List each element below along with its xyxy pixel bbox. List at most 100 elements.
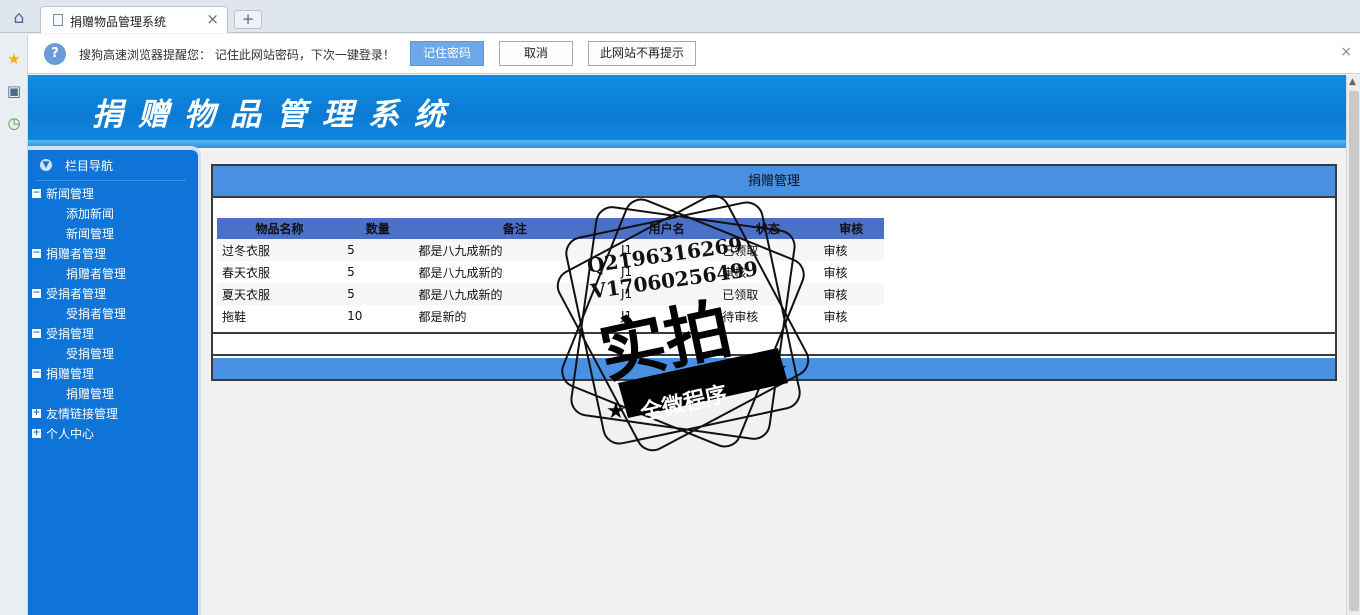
collapse-icon[interactable]: − [32,369,41,378]
nav-item-label: 受捐者管理 [46,287,107,301]
nav-divider [36,180,186,181]
site-title: 捐赠物品管理系统 [92,97,460,133]
panel-title: 捐赠管理 [213,166,1335,198]
nav-item-label: 受捐管理 [46,327,95,341]
expand-icon[interactable]: + [32,429,41,438]
nav-title: 栏目导航 [65,159,114,173]
table-cell: 审核 [717,261,819,283]
table-row: 过冬衣服 5 都是八九成新的 J1 已领取 审核 [217,239,884,261]
table-row: 春天衣服 5 都是八九成新的 J1 审核 审核 [217,261,884,283]
table-cell: J1 [615,283,718,305]
panel-footer [213,358,1335,379]
browser-tab-strip: ⌂ 捐赠物品管理系统 × + [0,0,1360,33]
nav-group-11[interactable]: + 友情链接管理 [28,404,198,424]
table-cell: J1 [615,239,718,261]
nav-link-6[interactable]: 受捐者管理 [28,304,198,324]
table-cell: 都是八九成新的 [413,261,616,283]
scrollbar-thumb[interactable] [1349,91,1359,611]
scroll-up-icon[interactable]: ▲ [1349,77,1356,87]
review-link[interactable]: 审核 [818,239,884,261]
nav-group-0[interactable]: − 新闻管理 [28,184,198,204]
banner-stripe [28,140,1346,148]
column-header[interactable]: 用户名 [615,218,718,239]
review-link[interactable]: 审核 [818,283,884,305]
nav-item-label: 捐赠者管理 [46,247,107,261]
table-cell: 待审核 [717,305,819,327]
table-row: 拖鞋 10 都是新的 J1 待审核 审核 [217,305,884,327]
nav-item-label: 友情链接管理 [46,407,119,421]
column-header[interactable]: 状态 [717,218,819,239]
notify-message: 搜狗高速浏览器提醒您： 记住此网站密码，下次一键登录！ [79,48,395,62]
table-cell: 都是新的 [413,305,616,327]
info-icon: ? [44,43,66,65]
nav-group-3[interactable]: − 捐赠者管理 [28,244,198,264]
review-link[interactable]: 审核 [818,261,884,283]
nav-group-9[interactable]: − 捐赠管理 [28,364,198,384]
table-body: 过冬衣服 5 都是八九成新的 J1 已领取 审核 春天衣服 5 都是八九成新的 J1 审核 审核 夏天衣… [217,239,884,327]
column-header[interactable]: 备注 [413,218,616,239]
table-cell: 10 [342,305,414,327]
panel-gap [213,334,1335,356]
table-cell: 夏天衣服 [217,283,343,305]
table-cell: J1 [615,305,718,327]
expand-icon[interactable]: + [32,409,41,418]
column-header[interactable]: 数量 [342,218,414,239]
vertical-scrollbar[interactable]: ▲ [1346,75,1360,615]
nav-item-label: 受捐者管理 [66,307,127,321]
column-header[interactable]: 审核 [818,218,884,239]
remember-password-button[interactable]: 记住密码 [410,41,484,66]
never-remind-button[interactable]: 此网站不再提示 [588,41,696,66]
table-cell: 5 [342,283,414,305]
nav-link-4[interactable]: 捐赠者管理 [28,264,198,284]
page-icon [53,14,63,26]
left-nav: ▼ 栏目导航 − 新闻管理 添加新闻 新闻管理 − 捐赠者管理 捐赠者管理 − 受捐者管理 受捐者… [28,146,201,615]
browser-tab[interactable]: 捐赠物品管理系统 × [40,6,228,33]
table-cell: 已领取 [717,283,819,305]
web-page: 捐赠物品管理系统 ▼ 栏目导航 − 新闻管理 添加新闻 新闻管理 − 捐赠者管理 捐赠者管理… [28,75,1346,615]
nav-link-10[interactable]: 捐赠管理 [28,384,198,404]
table-row: 夏天衣服 5 都是八九成新的 J1 已领取 审核 [217,283,884,305]
cancel-button[interactable]: 取消 [499,41,573,66]
nav-link-8[interactable]: 受捐管理 [28,344,198,364]
table-cell: 春天衣服 [217,261,343,283]
site-banner: 捐赠物品管理系统 [28,75,1346,148]
new-tab-button[interactable]: + [234,10,262,29]
nav-item-label: 个人中心 [46,427,95,441]
collapse-icon[interactable]: − [32,189,41,198]
nav-group-7[interactable]: − 受捐管理 [28,324,198,344]
review-link[interactable]: 审核 [818,305,884,327]
nav-item-label: 捐赠管理 [66,387,115,401]
tab-close-icon[interactable]: × [206,10,219,28]
table-cell: 过冬衣服 [217,239,343,261]
home-icon[interactable]: ⌂ [8,8,30,28]
table-cell: J1 [615,261,718,283]
nav-item-label: 添加新闻 [66,207,115,221]
collapse-icon[interactable]: − [32,249,41,258]
history-clock-icon[interactable]: ◷ [3,112,25,134]
table-cell: 都是八九成新的 [413,283,616,305]
nav-group-5[interactable]: − 受捐者管理 [28,284,198,304]
nav-item-label: 新闻管理 [66,227,115,241]
nav-item-label: 受捐管理 [66,347,115,361]
device-icon[interactable]: ▣ [3,80,25,102]
nav-header: ▼ 栏目导航 [28,150,198,178]
table-cell: 5 [342,239,414,261]
collapse-icon[interactable]: − [32,289,41,298]
tab-title: 捐赠物品管理系统 [70,15,167,29]
column-header[interactable]: 物品名称 [217,218,343,239]
nav-item-label: 捐赠者管理 [66,267,127,281]
notify-close-icon[interactable]: × [1340,44,1352,60]
password-notify-bar: ? 搜狗高速浏览器提醒您： 记住此网站密码，下次一键登录！ 记住密码 取消 此网… [28,34,1360,74]
nav-link-2[interactable]: 新闻管理 [28,224,198,244]
nav-group-12[interactable]: + 个人中心 [28,424,198,444]
main-panel: 捐赠管理 物品名称 数量 备注 用户名 状态 审核 过冬衣服 5 都是八九成新的 J1 已领取 审核… [211,164,1337,381]
chevron-down-icon: ▼ [40,159,52,171]
table-cell: 都是八九成新的 [413,239,616,261]
collapse-icon[interactable]: − [32,329,41,338]
favorites-star-icon[interactable]: ★ [3,48,25,70]
table-header-row: 物品名称 数量 备注 用户名 状态 审核 [217,218,884,239]
nav-list: − 新闻管理 添加新闻 新闻管理 − 捐赠者管理 捐赠者管理 − 受捐者管理 受捐者管理 − 受捐管理… [28,184,198,444]
nav-link-1[interactable]: 添加新闻 [28,204,198,224]
nav-item-label: 捐赠管理 [46,367,95,381]
table-cell: 5 [342,261,414,283]
